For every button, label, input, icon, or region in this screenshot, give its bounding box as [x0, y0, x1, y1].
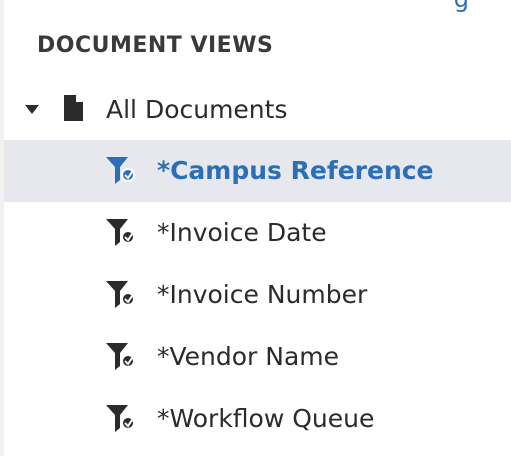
tree-root-all-documents[interactable]: All Documents	[0, 84, 511, 138]
caret-down-icon[interactable]	[25, 105, 39, 114]
filter-item-campus-reference[interactable]: *Campus Reference	[4, 140, 511, 202]
document-icon	[64, 95, 83, 121]
filter-icon	[106, 219, 135, 246]
filter-icon	[106, 281, 135, 308]
top-link-fragment[interactable]: g	[454, 0, 469, 13]
document-views-panel: g DOCUMENT VIEWS All Documents *Campus R…	[0, 0, 511, 456]
filter-item-label: *Invoice Date	[157, 218, 327, 247]
filter-item-invoice-date[interactable]: *Invoice Date	[4, 202, 511, 264]
document-view-filter-list: *Campus Reference *Invoice Date *Invoice…	[4, 140, 511, 450]
filter-item-label: *Invoice Number	[157, 280, 368, 309]
filter-item-label: *Vendor Name	[157, 342, 340, 371]
filter-icon	[106, 157, 135, 184]
filter-item-workflow-queue[interactable]: *Workflow Queue	[4, 388, 511, 450]
section-title: DOCUMENT VIEWS	[37, 33, 274, 58]
filter-item-vendor-name[interactable]: *Vendor Name	[4, 326, 511, 388]
filter-item-label: *Workflow Queue	[157, 404, 375, 433]
filter-item-invoice-number[interactable]: *Invoice Number	[4, 264, 511, 326]
filter-icon	[106, 405, 135, 432]
tree-root-label: All Documents	[106, 95, 288, 124]
filter-icon	[106, 343, 135, 370]
filter-item-label: *Campus Reference	[157, 156, 434, 185]
